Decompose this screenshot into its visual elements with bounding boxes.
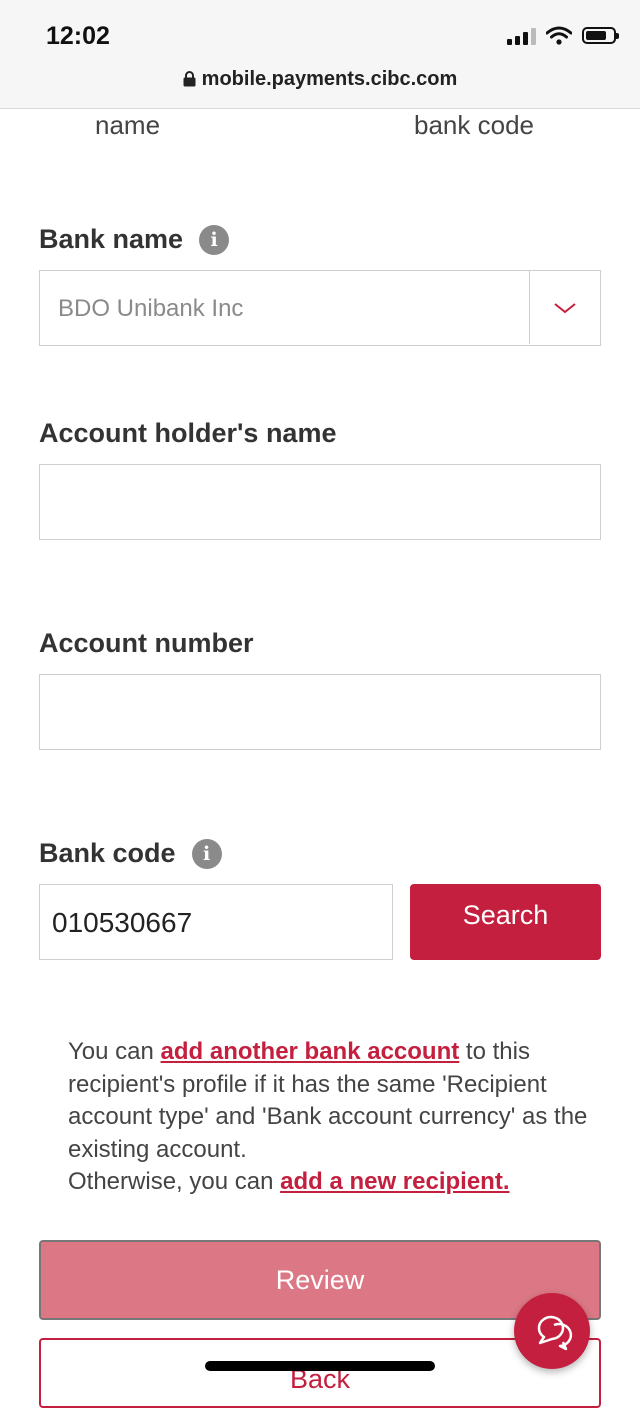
signal-icon xyxy=(507,27,536,45)
lock-icon xyxy=(183,71,196,87)
search-button[interactable]: Search xyxy=(410,884,601,960)
note-text-3: Otherwise, you can xyxy=(68,1168,281,1195)
bank-code-label: Bank code i xyxy=(39,838,222,869)
account-holder-label: Account holder's name xyxy=(39,418,337,448)
info-icon[interactable]: i xyxy=(191,839,222,869)
status-time: 12:02 xyxy=(46,22,110,50)
bank-code-input[interactable]: 010530667 xyxy=(39,884,393,960)
status-bar: 12:02 mobile.payments.cibc.com xyxy=(0,0,640,109)
info-icon[interactable]: i xyxy=(199,225,230,255)
account-number-input[interactable] xyxy=(39,674,601,750)
address-bar[interactable]: mobile.payments.cibc.com xyxy=(0,68,640,91)
chat-icon xyxy=(537,1315,573,1351)
bank-name-label-text: Bank name xyxy=(39,224,184,254)
status-icons xyxy=(507,26,619,45)
bank-code-label-text: Bank code xyxy=(39,838,176,868)
bank-name-dropdown-button[interactable] xyxy=(529,271,600,344)
chevron-down-icon xyxy=(554,302,576,313)
bank-code-value: 010530667 xyxy=(52,907,193,938)
add-new-recipient-link[interactable]: add a new recipient. xyxy=(280,1168,509,1195)
bank-name-label: Bank name i xyxy=(39,224,230,255)
url-text: mobile.payments.cibc.com xyxy=(201,68,458,90)
column-label-name: name xyxy=(95,110,161,140)
note-text-1: You can xyxy=(68,1038,161,1065)
add-account-note: You can add another bank account to this… xyxy=(68,1036,608,1199)
account-holder-input[interactable] xyxy=(39,464,601,540)
home-indicator xyxy=(205,1361,435,1371)
add-another-bank-account-link[interactable]: add another bank account xyxy=(161,1038,460,1065)
bank-name-selected-value: BDO Unibank Inc xyxy=(58,295,244,322)
chat-button[interactable] xyxy=(514,1293,590,1369)
battery-icon xyxy=(582,27,619,44)
column-label-bank-code: bank code xyxy=(414,110,534,140)
account-number-label: Account number xyxy=(39,628,254,658)
back-button[interactable]: Back xyxy=(39,1338,601,1408)
review-button[interactable]: Review xyxy=(39,1240,601,1320)
wifi-icon xyxy=(546,26,572,45)
bank-name-select[interactable]: BDO Unibank Inc xyxy=(39,270,601,346)
